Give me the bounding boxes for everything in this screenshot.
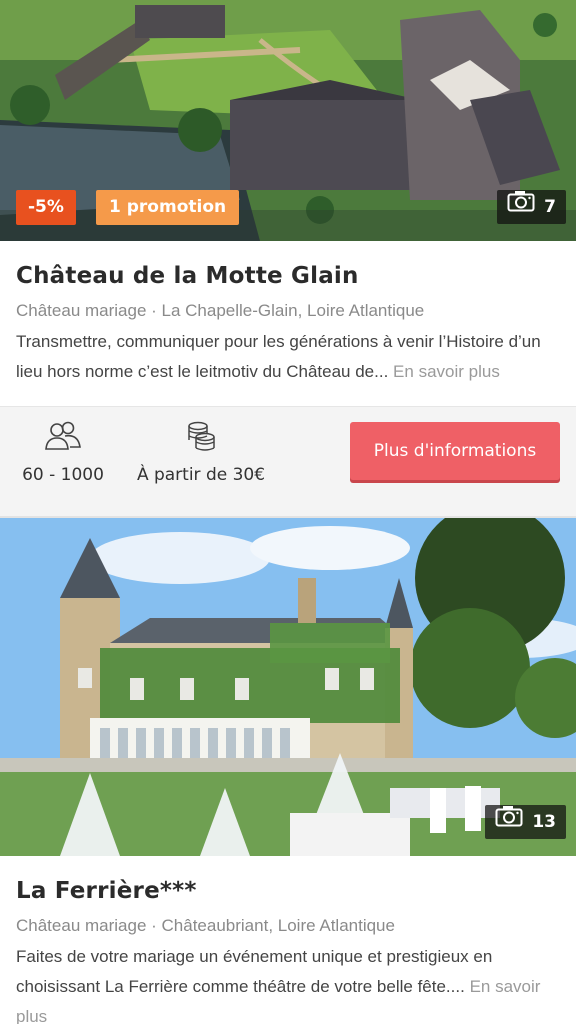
price-info: À partir de 30€ — [128, 421, 274, 485]
more-info-button[interactable]: Plus d'informations — [350, 422, 560, 480]
listing-photo[interactable]: 13 — [0, 518, 576, 856]
promotion-badge: 1 promotion — [96, 190, 240, 225]
listing-title[interactable]: Château de la Motte Glain — [16, 263, 560, 289]
photo-count-badge[interactable]: 7 — [497, 190, 566, 224]
listing-category: Château mariage · Châteaubriant, Loire A… — [16, 916, 395, 935]
listing-description: Faites de votre mariage un événement uni… — [16, 942, 560, 1024]
listing-photo[interactable]: -5% 1 promotion 7 — [0, 0, 576, 241]
guest-capacity: 60 - 1000 — [16, 421, 110, 485]
chateau-aerial-image — [0, 0, 576, 241]
camera-icon — [507, 190, 535, 224]
people-icon — [16, 421, 110, 455]
coins-icon — [128, 421, 274, 455]
photo-count: 13 — [532, 812, 556, 832]
listing-title[interactable]: La Ferrière*** — [16, 878, 560, 904]
read-more-link[interactable]: En savoir plus — [393, 362, 500, 381]
listing-description: Transmettre, communiquer pour les généra… — [16, 327, 560, 387]
listing-card[interactable]: 13 La Ferrière*** Château mariage · Chât… — [0, 518, 576, 1024]
description-text: Faites de votre mariage un événement uni… — [16, 947, 493, 996]
photo-count-badge[interactable]: 13 — [485, 805, 566, 839]
listing-card[interactable]: -5% 1 promotion 7 Château de la Motte Gl… — [0, 0, 576, 516]
camera-icon — [495, 805, 523, 839]
price-label: À partir de 30€ — [136, 465, 266, 485]
listing-category: Château mariage · La Chapelle-Glain, Loi… — [16, 301, 425, 320]
guest-range: 60 - 1000 — [22, 465, 104, 485]
photo-count: 7 — [544, 197, 556, 217]
discount-badge: -5% — [16, 190, 76, 225]
